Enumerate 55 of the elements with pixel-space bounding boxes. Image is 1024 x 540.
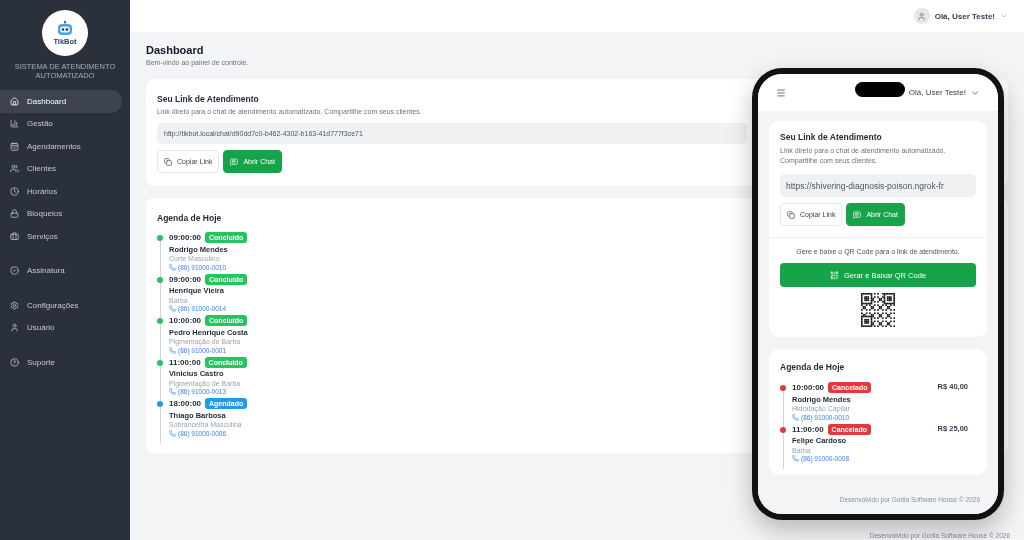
page-title: Dashboard <box>146 44 205 56</box>
appointment-time: 11:00:00 <box>792 424 824 434</box>
card-title: Agenda de Hoje <box>780 362 845 373</box>
phone-icon <box>169 305 176 312</box>
card-title: Seu Link de Atendimento <box>780 132 882 142</box>
nav-icon <box>10 164 19 174</box>
nav-item[interactable]: Dashboard <box>0 90 122 113</box>
phone-icon <box>792 413 799 421</box>
appointment-time: 10:00:00 <box>792 383 825 393</box>
appointment-time: 09:00:00 <box>169 274 202 284</box>
caret-icon[interactable] <box>1000 12 1008 20</box>
user-avatar[interactable] <box>913 8 930 24</box>
card-title: Seu Link de Atendimento <box>157 94 259 104</box>
nav-icon <box>10 231 19 241</box>
chat-icon <box>853 210 862 219</box>
user-greeting[interactable]: Olá, User Teste! <box>908 88 966 97</box>
user-greeting[interactable]: Olá, User Teste! <box>934 11 995 21</box>
robot-logo-icon <box>55 20 75 37</box>
copy-icon <box>787 210 795 219</box>
nav-item[interactable]: Suporte <box>0 351 122 374</box>
phone-icon <box>169 388 176 395</box>
qr-code <box>861 293 895 328</box>
nav-item[interactable]: Bloqueios <box>0 202 122 225</box>
appointment-time: 10:00:00 <box>169 316 202 325</box>
nav-item[interactable]: Gestão <box>0 112 122 135</box>
nav-icon <box>10 141 19 151</box>
qr-icon <box>829 270 839 280</box>
nav-icon <box>10 186 19 196</box>
phone-icon <box>169 429 176 437</box>
nav-icon <box>10 357 19 367</box>
nav-icon <box>10 209 19 219</box>
phone-icon <box>169 346 176 354</box>
phone-icon <box>792 455 799 463</box>
camera-notch <box>855 82 905 97</box>
appointment-time: 11:00:00 <box>169 357 201 367</box>
nav-item[interactable]: Usuário <box>0 316 122 339</box>
nav-item[interactable]: Assinatura <box>0 259 122 282</box>
nav-item[interactable]: Configurações <box>0 294 122 317</box>
nav-icon <box>10 323 19 333</box>
nav-item[interactable]: Serviços <box>0 225 122 248</box>
card-title: Agenda de Hoje <box>157 213 222 223</box>
chat-icon <box>230 157 239 166</box>
nav-icon <box>10 266 19 276</box>
nav-item[interactable]: Clientes <box>0 157 122 180</box>
nav-item[interactable]: Agendamentos <box>0 135 122 158</box>
menu-icon[interactable] <box>776 87 786 98</box>
appointment-time: 09:00:00 <box>169 233 202 242</box>
nav-icon <box>10 96 19 106</box>
nav-icon <box>10 300 19 310</box>
appointment-time: 18:00:00 <box>169 399 202 408</box>
nav-item[interactable]: Horários <box>0 180 122 203</box>
phone-icon <box>169 263 176 271</box>
copy-icon <box>164 157 172 166</box>
nav-icon <box>10 119 19 129</box>
link-field[interactable]: https://shivering-diagnosis-poison.ngrok-fr <box>780 174 976 198</box>
